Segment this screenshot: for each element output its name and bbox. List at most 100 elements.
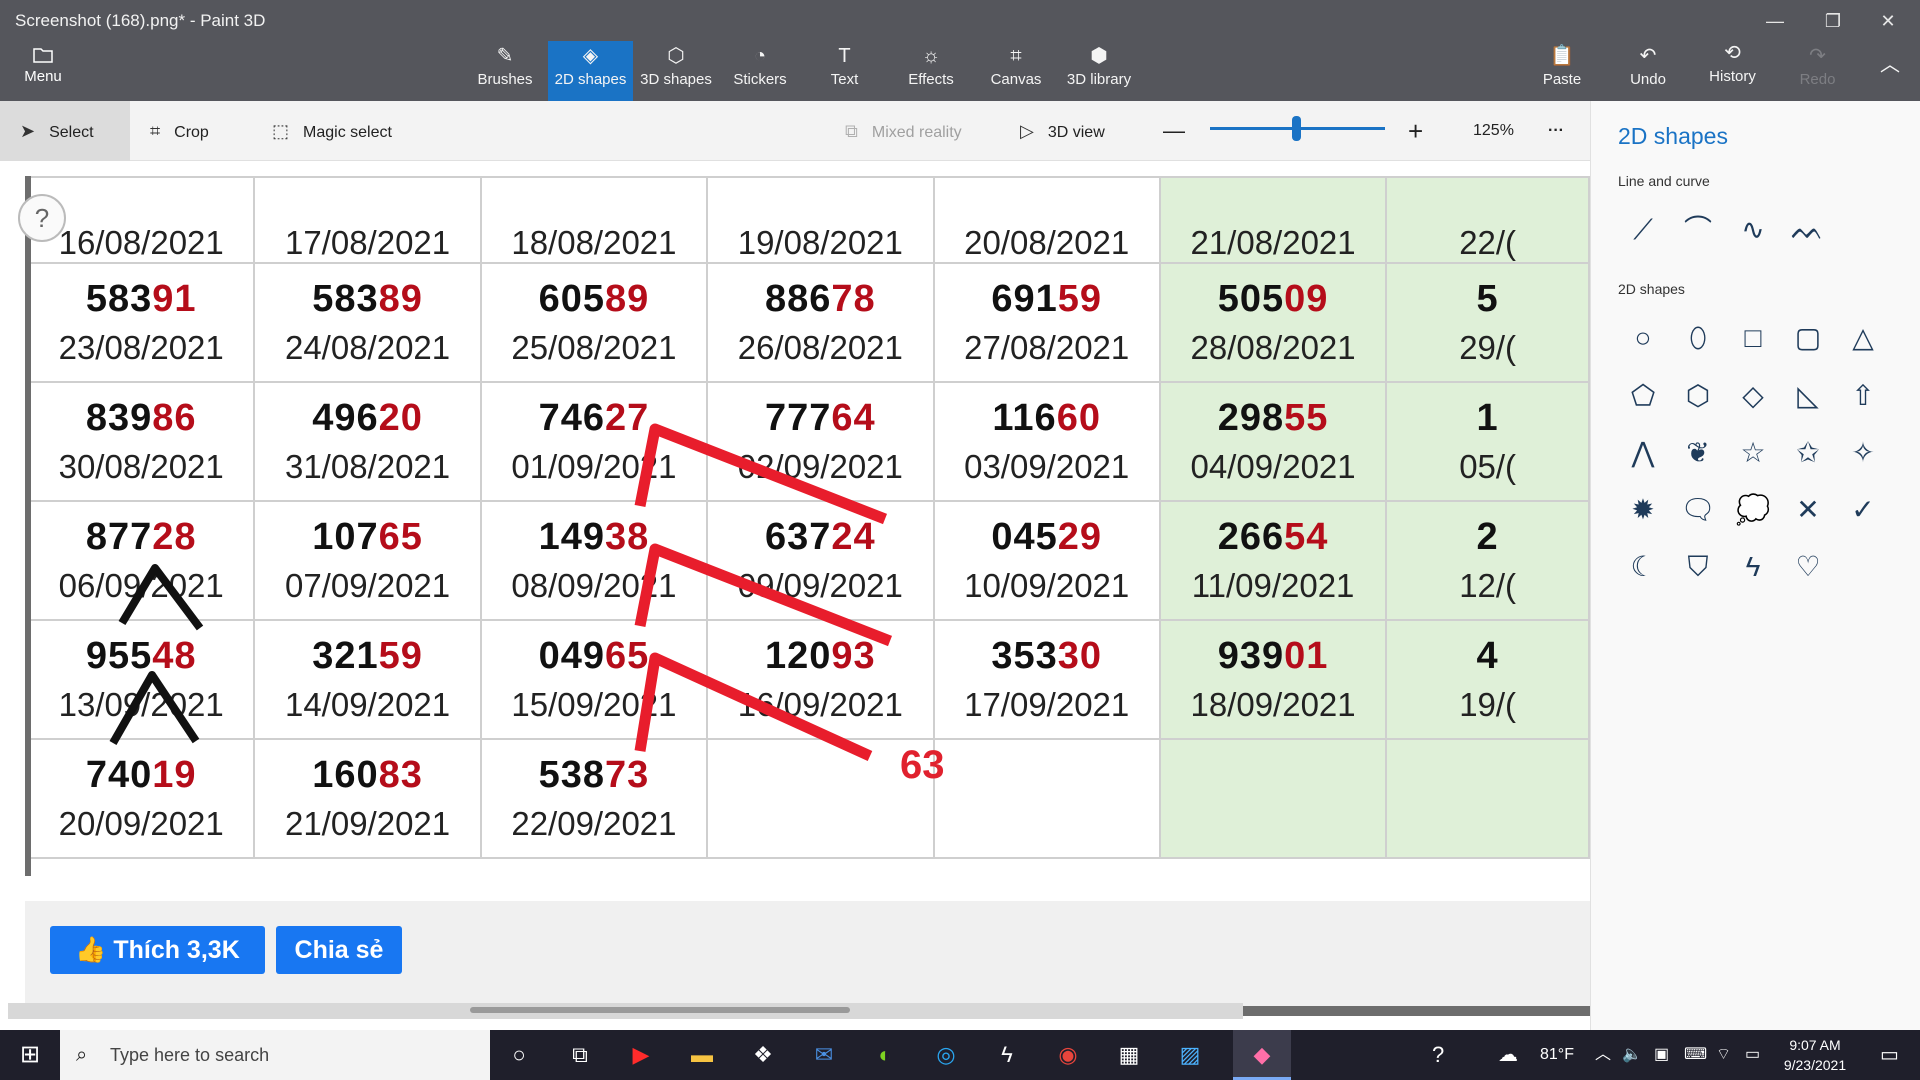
undo-button[interactable]: ↶ Undo: [1618, 41, 1678, 101]
leaf-icon[interactable]: ❦: [1676, 431, 1720, 475]
2d-shapes-icon: ◈: [582, 45, 599, 67]
star-5-icon[interactable]: ☆: [1731, 431, 1775, 475]
taskbar-clock[interactable]: 9:07 AM 9/23/2021: [1760, 1035, 1870, 1075]
black-caret-annotation: [118, 564, 204, 631]
battery-icon[interactable]: ▭: [1745, 1030, 1760, 1080]
heart-icon[interactable]: ♡: [1786, 545, 1830, 589]
tool-text[interactable]: T Text: [812, 41, 877, 101]
app-icon[interactable]: ◐: [856, 1030, 914, 1080]
youtube-icon[interactable]: ▶: [612, 1030, 670, 1080]
tool-brushes[interactable]: ✎ Brushes: [470, 41, 540, 101]
device-icon[interactable]: ▣: [1654, 1030, 1669, 1080]
volume-icon[interactable]: 🔈: [1622, 1030, 1642, 1080]
red-arrow-annotation: [634, 652, 873, 762]
taskbar-search[interactable]: ⌕ Type here to search: [60, 1030, 490, 1080]
zoom-out-button[interactable]: —: [1163, 101, 1187, 161]
capsule-icon[interactable]: ⬯: [1676, 316, 1720, 360]
zoom-level[interactable]: 125%: [1473, 101, 1533, 161]
tool-effects[interactable]: ☼ Effects: [896, 41, 966, 101]
hexagon-icon[interactable]: ⬡: [1676, 374, 1720, 418]
paste-button[interactable]: 📋 Paste: [1532, 41, 1592, 101]
caret-triangle-icon[interactable]: ⋀: [1621, 431, 1665, 475]
cross-icon[interactable]: ✕: [1786, 488, 1830, 532]
date-label: 9/23/2021: [1783, 1057, 1847, 1073]
pentagon-icon[interactable]: ⬠: [1621, 374, 1665, 418]
red-arrow-annotation: [634, 423, 888, 525]
black-caret-annotation: [109, 671, 200, 745]
start-button[interactable]: ⊞: [0, 1030, 60, 1080]
moon-icon[interactable]: ☾: [1621, 545, 1665, 589]
line-icon[interactable]: ⟋: [1621, 208, 1665, 252]
text-icon: T: [838, 45, 851, 67]
canvas-area[interactable]: 3416/08/202117/08/202118/08/202119/08/20…: [0, 161, 1590, 1030]
mail-icon[interactable]: ✉: [795, 1030, 853, 1080]
star-outline-icon[interactable]: ✩: [1786, 431, 1830, 475]
mixed-reality-button[interactable]: ⧉ Mixed reality: [845, 101, 975, 161]
diamond-icon[interactable]: ◇: [1731, 374, 1775, 418]
winamp-icon[interactable]: ϟ: [978, 1030, 1036, 1080]
lightning-icon[interactable]: ϟ: [1731, 545, 1775, 589]
wifi-icon[interactable]: ⌔: [1716, 1030, 1731, 1080]
history-icon: ⟲: [1724, 42, 1741, 64]
tool-2d-shapes[interactable]: ◈ 2D shapes: [548, 41, 633, 101]
curve-icon[interactable]: ⌒: [1676, 208, 1720, 252]
stickers-icon: ◔: [753, 45, 767, 67]
right-triangle-icon[interactable]: ◺: [1786, 374, 1830, 418]
select-button[interactable]: ➤ Select: [0, 101, 130, 161]
chevron-up-icon[interactable]: ︿: [1595, 1030, 1611, 1080]
redo-button[interactable]: ↷ Redo: [1790, 41, 1845, 101]
photos-icon[interactable]: ▨: [1161, 1030, 1219, 1080]
magic-select-label: Magic select: [303, 124, 392, 141]
checkmark-icon[interactable]: ✓: [1841, 488, 1885, 532]
more-options-button[interactable]: ···: [1548, 101, 1574, 161]
close-button[interactable]: ✕: [1868, 6, 1908, 36]
app-icon[interactable]: ▦: [1100, 1030, 1158, 1080]
speech-bubble-icon[interactable]: 🗨: [1676, 488, 1720, 532]
tool-label: Stickers: [733, 71, 787, 88]
menu-button[interactable]: Menu: [14, 46, 72, 96]
rounded-square-icon[interactable]: ▢: [1786, 316, 1830, 360]
tool-stickers[interactable]: ◔ Stickers: [725, 41, 795, 101]
maximize-button[interactable]: ❐: [1813, 6, 1853, 36]
zoom-slider-thumb[interactable]: [1292, 116, 1301, 141]
minimize-button[interactable]: —: [1755, 6, 1795, 36]
arrow-up-icon[interactable]: ⇧: [1841, 374, 1885, 418]
task-view-icon[interactable]: ⧉: [551, 1030, 609, 1080]
tool-canvas[interactable]: ⌗ Canvas: [982, 41, 1050, 101]
tool-3d-shapes[interactable]: ⬡ 3D shapes: [636, 41, 716, 101]
facebook-share-button[interactable]: Chia sẻ: [276, 926, 402, 974]
wave-curve-icon[interactable]: ∿: [1731, 208, 1775, 252]
multi-curve-icon[interactable]: ᨓ: [1786, 208, 1830, 252]
chrome-icon[interactable]: ◉: [1039, 1030, 1097, 1080]
file-explorer-icon[interactable]: ▬: [673, 1030, 731, 1080]
tool-3d-library[interactable]: ⬢ 3D library: [1063, 41, 1135, 101]
magic-select-button[interactable]: ⬚ Magic select: [272, 101, 412, 161]
triangle-icon[interactable]: △: [1841, 316, 1885, 360]
redo-label: Redo: [1799, 71, 1836, 88]
notifications-icon[interactable]: ▭: [1880, 1030, 1899, 1080]
banner-icon[interactable]: ⛉: [1676, 545, 1720, 589]
help-icon[interactable]: ?: [1432, 1030, 1444, 1080]
zoom-in-button[interactable]: +: [1408, 101, 1432, 161]
burst-icon[interactable]: ✹: [1621, 488, 1665, 532]
facebook-like-button[interactable]: 👍 Thích 3,3K: [50, 926, 265, 974]
cortana-icon[interactable]: ○: [490, 1030, 548, 1080]
scrollbar-thumb[interactable]: [470, 1007, 850, 1013]
canvas-icon: ⌗: [1010, 45, 1022, 67]
keyboard-icon[interactable]: ⌨: [1684, 1030, 1707, 1080]
weather-cloud-icon[interactable]: ☁: [1498, 1030, 1518, 1080]
paint-3d-icon[interactable]: ◆: [1233, 1030, 1291, 1080]
circle-icon[interactable]: ○: [1621, 316, 1665, 360]
thought-bubble-icon[interactable]: 💭: [1731, 488, 1775, 532]
edge-icon[interactable]: ◎: [917, 1030, 975, 1080]
weather-temperature[interactable]: 81°F: [1540, 1030, 1574, 1080]
windows-taskbar: ⊞ ⌕ Type here to search ○ ⧉ ▶ ▬ ❖ ✉ ◐ ◎ …: [0, 1030, 1920, 1080]
3d-view-icon: ▷: [1020, 121, 1034, 141]
3d-view-toggle[interactable]: ▷ 3D view: [1020, 101, 1130, 161]
crop-button[interactable]: ⌗ Crop: [150, 101, 240, 161]
dropbox-icon[interactable]: ❖: [734, 1030, 792, 1080]
star-4-icon[interactable]: ✧: [1841, 431, 1885, 475]
history-button[interactable]: ⟲ History: [1700, 38, 1765, 98]
image-canvas[interactable]: 3416/08/202117/08/202118/08/202119/08/20…: [0, 161, 1590, 1030]
square-icon[interactable]: □: [1731, 316, 1775, 360]
